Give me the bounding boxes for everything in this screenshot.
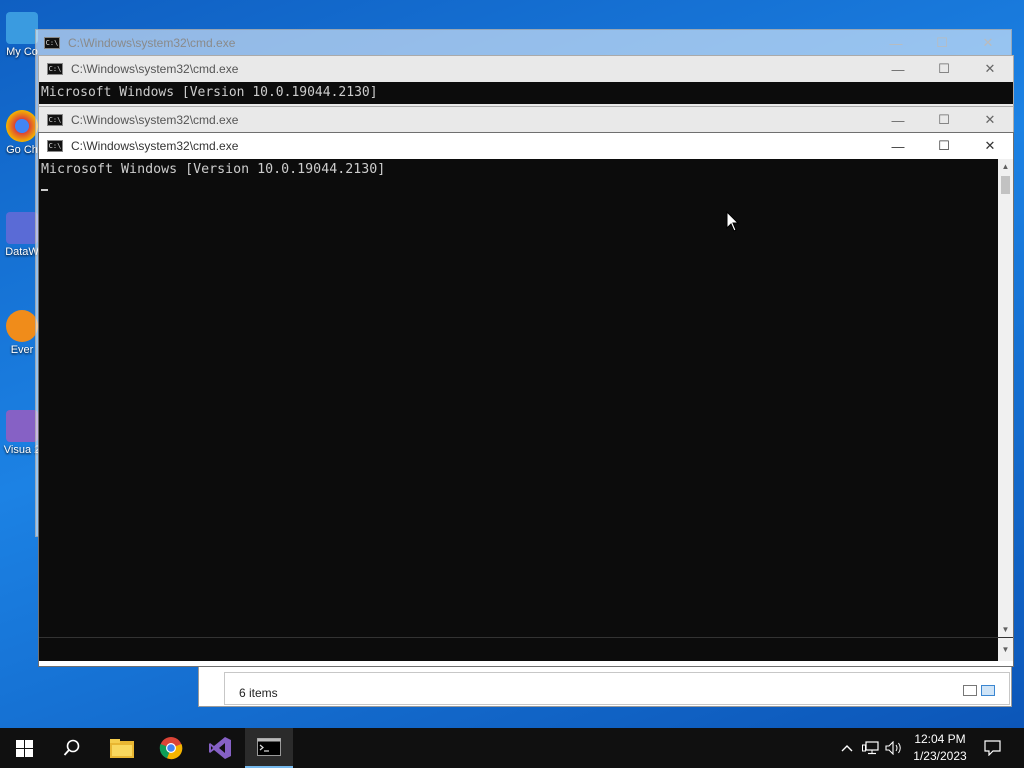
close-button[interactable]: ✕ — [967, 133, 1013, 159]
clock-time: 12:04 PM — [914, 732, 966, 746]
cmd-window-main[interactable]: C:\ C:\Windows\system32\cmd.exe — ☐ ✕ Mi… — [38, 132, 1014, 667]
view-buttons — [959, 685, 999, 699]
console-output[interactable]: Microsoft Windows [Version 10.0.19044.21… — [39, 82, 1013, 104]
horizontal-scrollbar[interactable]: ▼ — [39, 637, 1013, 661]
network-icon — [862, 741, 879, 755]
cmd-icon: C:\ — [47, 114, 63, 126]
search-button[interactable] — [48, 728, 96, 768]
minimize-button[interactable]: — — [875, 56, 921, 82]
visual-studio-icon — [209, 737, 231, 759]
windows-logo-icon — [15, 739, 33, 757]
close-button[interactable]: ✕ — [965, 30, 1011, 56]
cmd-icon: C:\ — [47, 63, 63, 75]
notification-icon — [983, 740, 1001, 756]
explorer-status-bar: 6 items — [224, 672, 1010, 705]
console-line: Microsoft Windows [Version 10.0.19044.21… — [41, 162, 386, 177]
computer-icon — [6, 12, 38, 44]
maximize-button[interactable]: ☐ — [921, 133, 967, 159]
scroll-down-icon[interactable]: ▼ — [998, 622, 1013, 637]
close-button[interactable]: ✕ — [967, 107, 1013, 133]
titlebar[interactable]: C:\ C:\Windows\system32\cmd.exe — ☐ ✕ — [36, 30, 1011, 56]
titlebar[interactable]: C:\ C:\Windows\system32\cmd.exe — ☐ ✕ — [39, 107, 1013, 133]
vertical-scrollbar[interactable]: ▲ ▼ — [998, 159, 1013, 637]
titlebar[interactable]: C:\ C:\Windows\system32\cmd.exe — ☐ ✕ — [39, 56, 1013, 82]
details-view-icon[interactable] — [963, 685, 977, 696]
window-title: C:\Windows\system32\cmd.exe — [71, 139, 239, 153]
show-hidden-icons-button[interactable] — [837, 728, 857, 768]
close-button[interactable]: ✕ — [967, 56, 1013, 82]
maximize-button[interactable]: ☐ — [921, 107, 967, 133]
window-title: C:\Windows\system32\cmd.exe — [71, 62, 239, 76]
chrome-icon — [6, 110, 38, 142]
visual-studio-icon — [6, 410, 38, 442]
maximize-button[interactable]: ☐ — [921, 56, 967, 82]
titlebar[interactable]: C:\ C:\Windows\system32\cmd.exe — ☐ ✕ — [39, 133, 1013, 159]
start-button[interactable] — [0, 728, 48, 768]
minimize-button[interactable]: — — [873, 30, 919, 56]
scrollbar-thumb[interactable] — [1001, 176, 1010, 194]
cmd-window-mid-1[interactable]: C:\ C:\Windows\system32\cmd.exe — ☐ ✕ Mi… — [38, 55, 1014, 113]
desktop: My Co Go Ch DataW Ever Visua 2 6 i 6 ite… — [0, 0, 1024, 728]
taskbar: 12:04 PM 1/23/2023 — [0, 728, 1024, 768]
scroll-down-icon[interactable]: ▼ — [998, 638, 1013, 661]
minimize-button[interactable]: — — [875, 133, 921, 159]
clock[interactable]: 12:04 PM 1/23/2023 — [905, 731, 975, 765]
large-icons-view-icon[interactable] — [981, 685, 995, 696]
speaker-icon — [885, 741, 901, 755]
minimize-button[interactable]: — — [875, 107, 921, 133]
taskbar-cmd[interactable] — [245, 728, 293, 768]
maximize-button[interactable]: ☐ — [919, 30, 965, 56]
scroll-up-icon[interactable]: ▲ — [998, 159, 1013, 174]
search-icon — [63, 739, 80, 756]
network-button[interactable] — [860, 728, 882, 768]
chrome-icon — [159, 737, 183, 760]
taskbar-chrome[interactable] — [147, 728, 195, 768]
taskbar-file-explorer[interactable] — [98, 728, 146, 768]
console-output[interactable]: Microsoft Windows [Version 10.0.19044.21… — [39, 159, 998, 637]
cmd-window-mid-2[interactable]: C:\ C:\Windows\system32\cmd.exe — ☐ ✕ — [38, 106, 1014, 134]
action-center-button[interactable] — [980, 728, 1004, 768]
file-explorer-icon — [110, 739, 134, 758]
chevron-up-icon — [841, 745, 853, 752]
datawrangler-icon — [6, 212, 38, 244]
cmd-icon: C:\ — [47, 140, 63, 152]
mouse-pointer-icon — [726, 211, 740, 232]
text-cursor — [41, 189, 48, 191]
clock-date: 1/23/2023 — [913, 749, 967, 763]
everything-icon — [6, 310, 38, 342]
item-count: 6 items — [239, 686, 278, 700]
cmd-icon: C:\ — [44, 37, 60, 49]
volume-button[interactable] — [883, 728, 905, 768]
window-title: C:\Windows\system32\cmd.exe — [68, 36, 236, 50]
taskbar-visual-studio[interactable] — [196, 728, 244, 768]
cmd-icon — [257, 738, 281, 756]
window-title: C:\Windows\system32\cmd.exe — [71, 113, 239, 127]
